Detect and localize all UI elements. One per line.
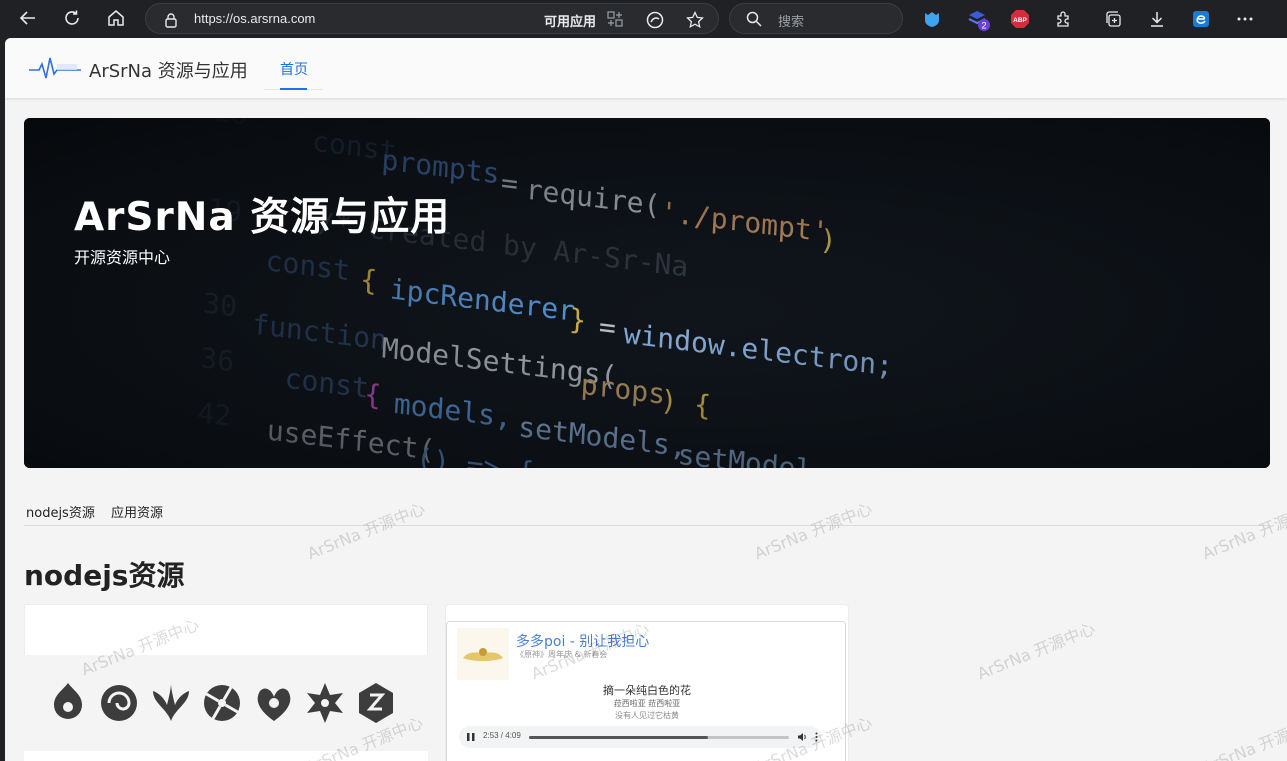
edge-icon (1193, 11, 1209, 27)
favorite-star-icon[interactable] (686, 11, 704, 29)
browser-toolbar: https://os.arsrna.com 可用应用 搜索 2 ABP (0, 0, 1287, 38)
extension-shield[interactable] (920, 7, 944, 31)
extension-badge-count: 2 (981, 21, 986, 31)
card-header-area (24, 604, 428, 655)
hero-banner: 16 const prompts = require( './prompt' )… (24, 118, 1270, 468)
anemo-element-icon (153, 683, 189, 721)
address-bar[interactable]: https://os.arsrna.com 可用应用 (145, 3, 719, 34)
adblock-label: ABP (1013, 17, 1027, 24)
download-icon (1151, 12, 1163, 27)
downloads-button[interactable] (1145, 7, 1169, 31)
home-button[interactable] (101, 5, 131, 31)
lock-icon (165, 13, 177, 28)
pyro-element-icon (54, 683, 82, 719)
hydro-element-icon (101, 685, 137, 721)
shield-extension-icon (925, 12, 939, 27)
resource-card-genshin-icons[interactable] (24, 604, 428, 761)
resource-card-music-player[interactable]: 多多poi - 别让我担心 《原神》周年庆 & 新春会 摘一朵纯白色的花 菈西啦… (445, 604, 849, 761)
read-aloud-icon[interactable] (646, 11, 664, 29)
back-button[interactable] (13, 5, 43, 31)
back-arrow-icon (19, 11, 35, 25)
web-page: ArSrNa 资源与应用 首页 16 const prompts = requi… (5, 38, 1287, 761)
lyric-translation: 没有人见过它枯黄 (615, 711, 679, 720)
nav-home-link[interactable]: 首页 (280, 59, 308, 79)
volume-icon[interactable] (797, 732, 807, 742)
app-install-icon[interactable] (607, 11, 623, 27)
url-text[interactable]: https://os.arsrna.com (194, 11, 315, 26)
collections-button[interactable] (1101, 7, 1125, 31)
lyric-romanized: 菈西啦亚 菈西啦亚 (613, 699, 681, 708)
progress-fill (529, 736, 709, 739)
watermark: ArSrNa 开源中心 (1199, 712, 1287, 761)
more-menu-button[interactable] (1233, 7, 1257, 31)
adblock-extension[interactable]: ABP (1008, 7, 1032, 31)
watermark: ArSrNa 开源中心 (974, 618, 1098, 684)
playback-time: 2:53 / 4:09 (483, 731, 521, 740)
extension-stack[interactable]: 2 (966, 7, 990, 31)
nav-active-indicator (280, 88, 307, 90)
cryo-element-icon (307, 683, 343, 723)
more-options-icon[interactable] (815, 732, 818, 742)
home-icon (108, 10, 124, 26)
geo-element-icon (359, 683, 393, 723)
apps-available-label[interactable]: 可用应用 (544, 11, 596, 30)
refresh-button[interactable] (57, 5, 87, 31)
extensions-button[interactable] (1052, 7, 1076, 31)
search-placeholder: 搜索 (778, 15, 805, 30)
site-name[interactable]: ArSrNa 资源与应用 (89, 57, 248, 83)
adblock-icon: ABP (1011, 10, 1029, 28)
code-background-image: 16 const prompts = require( './prompt' )… (24, 118, 1270, 468)
section-title: nodejs资源 (24, 559, 185, 592)
refresh-icon (65, 10, 79, 25)
hero-subtitle: 开源资源中心 (74, 248, 171, 267)
pause-icon[interactable] (467, 732, 475, 742)
card-footer-area (24, 751, 428, 761)
stack-extension-icon: 2 (968, 11, 990, 31)
search-input[interactable]: 搜索 (729, 3, 903, 34)
element-icons-image (24, 655, 428, 751)
album-cover-image (457, 628, 509, 680)
song-artist: 《原神》周年庆 & 新春会 (516, 650, 608, 659)
electro-element-icon (204, 685, 240, 721)
song-title: 多多poi - 别让我担心 (516, 634, 650, 650)
progress-slider[interactable] (529, 736, 789, 739)
music-player: 多多poi - 别让我担心 《原神》周年庆 & 新春会 摘一朵纯白色的花 菈西啦… (446, 621, 846, 761)
edge-extension[interactable] (1189, 7, 1213, 31)
puzzle-icon (1057, 11, 1069, 27)
dendro-element-icon (257, 688, 291, 721)
lyric-current: 摘一朵纯白色的花 (603, 684, 691, 697)
tab-app-resources[interactable]: 应用资源 (111, 502, 163, 521)
section-tabs: nodejs资源 应用资源 (24, 500, 1270, 526)
audio-controls: 2:53 / 4:09 (459, 726, 821, 748)
more-dots-icon (1237, 17, 1253, 21)
hero-title: ArSrNa 资源与应用 (74, 195, 451, 240)
site-logo-icon[interactable] (29, 56, 81, 80)
tab-nodejs-resources[interactable]: nodejs资源 (26, 502, 95, 521)
site-header: ArSrNa 资源与应用 首页 (5, 38, 1287, 98)
collections-icon (1106, 11, 1121, 27)
search-icon (746, 11, 762, 27)
